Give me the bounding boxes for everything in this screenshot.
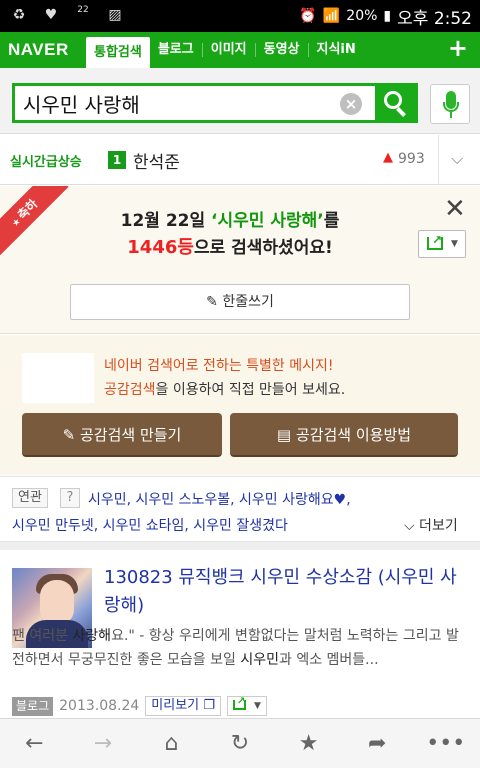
preview-button[interactable]: 미리보기 ❐ [145,696,221,716]
voice-search-button[interactable] [430,84,470,124]
naver-logo[interactable]: NAVER [8,40,69,60]
menu-icon[interactable]: ••• [411,719,480,768]
plus-icon[interactable]: + [448,34,468,62]
search-box: 시우민 사랑해 × [12,83,418,123]
battery-icon: ▮ [383,8,392,24]
alarm-icon: ⏰ [299,8,317,24]
congrats-line2: 1446등으로 검색하셨어요! [127,237,333,258]
naver-nav: NAVER 통합검색 블로그 이미지 동영상 지식iN + [0,32,480,68]
search-result: 130823 뮤직뱅크 시우민 수상소감 (시우민 사랑해) 팬 여러분 사랑해… [0,550,480,718]
battery-label: 20% [346,8,378,24]
tab-knowledge-in[interactable]: 지식iN [309,32,364,68]
trending-count: 993 [398,151,425,167]
signal-small-label: 22 [77,5,89,15]
search-bar: 시우민 사랑해 × [0,68,480,134]
forward-icon[interactable]: → [69,719,138,768]
bookmark-icon[interactable]: ★ [274,719,343,768]
trending-term[interactable]: 한석준 [133,148,180,173]
clock: 오후 2:52 [397,8,472,29]
home-icon[interactable]: ⌂ [137,719,206,768]
congrats-panel: ★축하 12월 22일 ‘시우민 사랑해’를 1446등으로 검색하셨어요! ✕… [0,186,480,334]
up-arrow-icon: ▲ [383,150,393,165]
related-terms-line1[interactable]: 시우민, 시우민 스노우볼, 시우민 사랑해요♥, [88,489,351,509]
result-snippet: 팬 여러분 사랑해요." - 항상 우리에게 변함없다는 말처럼 노력하는 그리… [12,628,459,668]
result-title[interactable]: 130823 뮤직뱅크 시우민 수상소감 (시우민 사랑해) [104,564,464,620]
wifi-icon: 📶 [322,8,341,24]
picture-icon: ▨ [108,7,122,23]
document-icon: ▤ [276,426,292,444]
browser-bottom-bar: ← → ⌂ ↻ ★ ➦ ••• [0,718,480,768]
pencil-icon: ✎ [206,294,218,310]
tab-image[interactable]: 이미지 [203,32,255,68]
chevron-down-icon[interactable]: ⌵ [451,149,463,169]
related-tag: 연관 [12,488,48,508]
tab-integrated-search[interactable]: 통합검색 [86,37,150,68]
pencil-icon: ✎ [62,426,76,444]
tab-video[interactable]: 동영상 [256,32,308,68]
music-icon: ♥ [44,7,58,23]
heart-icon: ♥ [333,492,347,508]
trending-rank: 1 [108,151,126,169]
search-icon [384,91,402,109]
empathy-search-howto-button[interactable]: ▤ 공감검색 이용방법 [230,413,458,457]
share-button[interactable]: ↗ ▼ [418,230,466,258]
search-rank: 1446등 [127,237,194,258]
search-input[interactable]: 시우민 사랑해 [23,89,140,118]
realtime-trending[interactable]: 실시간급상승 1 한석준 ▲ 993 ⌵ [0,135,480,185]
clear-icon[interactable]: × [340,93,362,115]
status-bar: ♻ ♥ 22 ▨ ⏰ 📶 20% ▮ 오후 2:52 [0,0,480,32]
search-button[interactable] [375,86,415,120]
empathy-headline: 네이버 검색어로 전하는 특별한 메시지! [104,358,334,374]
empathy-description: 공감검색을 이용하여 직접 만들어 보세요. [104,382,346,398]
realtime-label: 실시간급상승 [10,155,82,170]
recycle-icon: ♻ [12,7,26,23]
nav-tabs: 통합검색 블로그 이미지 동영상 지식iN [86,32,364,68]
tab-blog[interactable]: 블로그 [150,32,202,68]
make-empathy-search-button[interactable]: ✎ 공감검색 만들기 [22,413,222,457]
refresh-icon[interactable]: ↻ [206,719,275,768]
help-icon[interactable]: ? [60,488,80,508]
close-icon[interactable]: ✕ [444,194,466,224]
result-date: 2013.08.24 [59,698,140,714]
source-badge: 블로그 [12,696,54,716]
empathy-banner-image [22,353,94,403]
related-terms-line2[interactable]: 시우민 만두넷, 시우민 쇼타임, 시우민 잘생겼다 [12,515,288,535]
related-searches: 연관 ? 시우민, 시우민 스노우볼, 시우민 사랑해요♥, 시우민 만두넷, … [0,476,480,542]
result-meta: 블로그 2013.08.24 미리보기 ❐ ↗ ▼ [12,696,267,716]
congrats-line1: 12월 22일 ‘시우민 사랑해’를 [120,211,340,231]
share-page-icon[interactable]: ➦ [343,719,412,768]
write-comment-button[interactable]: ✎ 한줄쓰기 [70,284,410,320]
result-share-button[interactable]: ↗ ▼ [226,696,267,716]
empathy-search-panel: 네이버 검색어로 전하는 특별한 메시지! 공감검색을 이용하여 직접 만들어 … [0,335,480,475]
more-button[interactable]: ⌵ 더보기 [404,515,458,535]
back-icon[interactable]: ← [0,719,69,768]
